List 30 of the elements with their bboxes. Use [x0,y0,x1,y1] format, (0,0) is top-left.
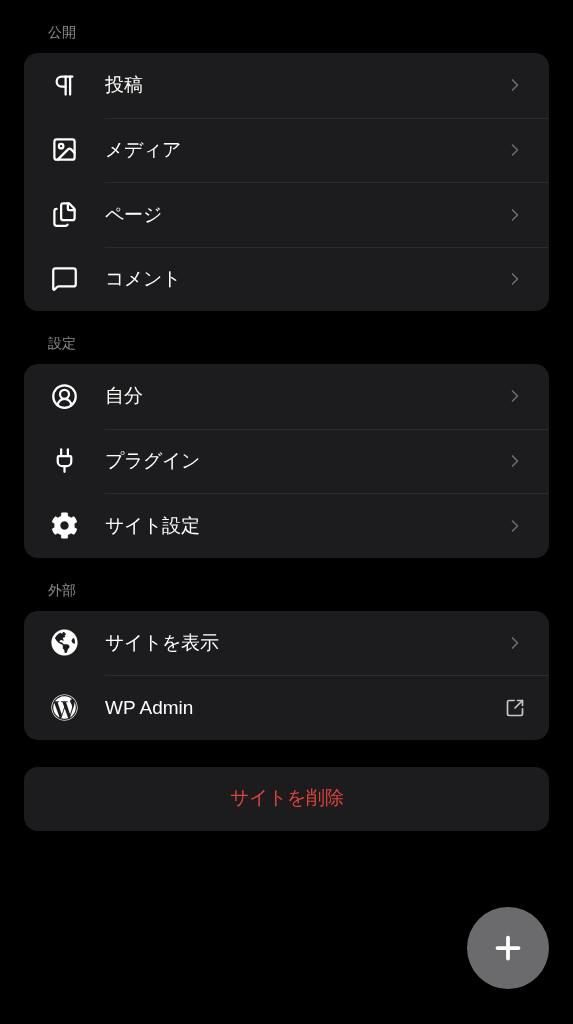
menu-label: 投稿 [105,73,144,97]
pages-icon [51,200,78,228]
section-header: 設定 [47,334,77,353]
menu-item[interactable]: メディア [24,117,549,182]
menu-label: ページ [105,202,163,227]
menu-item[interactable]: 投稿 [24,53,549,118]
menu-item[interactable]: WP Admin [24,675,549,740]
menu-item[interactable]: ページ [24,182,549,247]
menu-item[interactable]: プラグイン [24,428,549,493]
section-header: 外部 [47,580,77,600]
menu-label: サイトを表示 [105,630,220,655]
menu-item[interactable]: サイトを表示 [24,610,549,675]
menu-label: WP Admin [105,695,195,720]
menu-item[interactable]: サイト設定 [24,493,549,558]
section-header: 公開 [47,23,77,42]
wordpress-logo-icon [51,693,78,721]
menu-label: サイト設定 [105,513,201,538]
image-icon [51,136,78,164]
globe-icon [51,629,78,657]
external-link-icon [505,697,525,718]
person-icon [51,382,78,410]
delete-site-button[interactable]: サイトを削除 [24,766,549,831]
speech-bubble-icon [51,265,78,293]
menu-label: 自分 [105,384,144,408]
menu-item[interactable]: 自分 [24,364,549,429]
menu-label: メディア [105,138,182,162]
menu-label: プラグイン [105,449,201,473]
menu-item[interactable]: コメント [24,246,549,311]
menu-label: コメント [105,267,182,291]
settings-icon [51,511,78,539]
